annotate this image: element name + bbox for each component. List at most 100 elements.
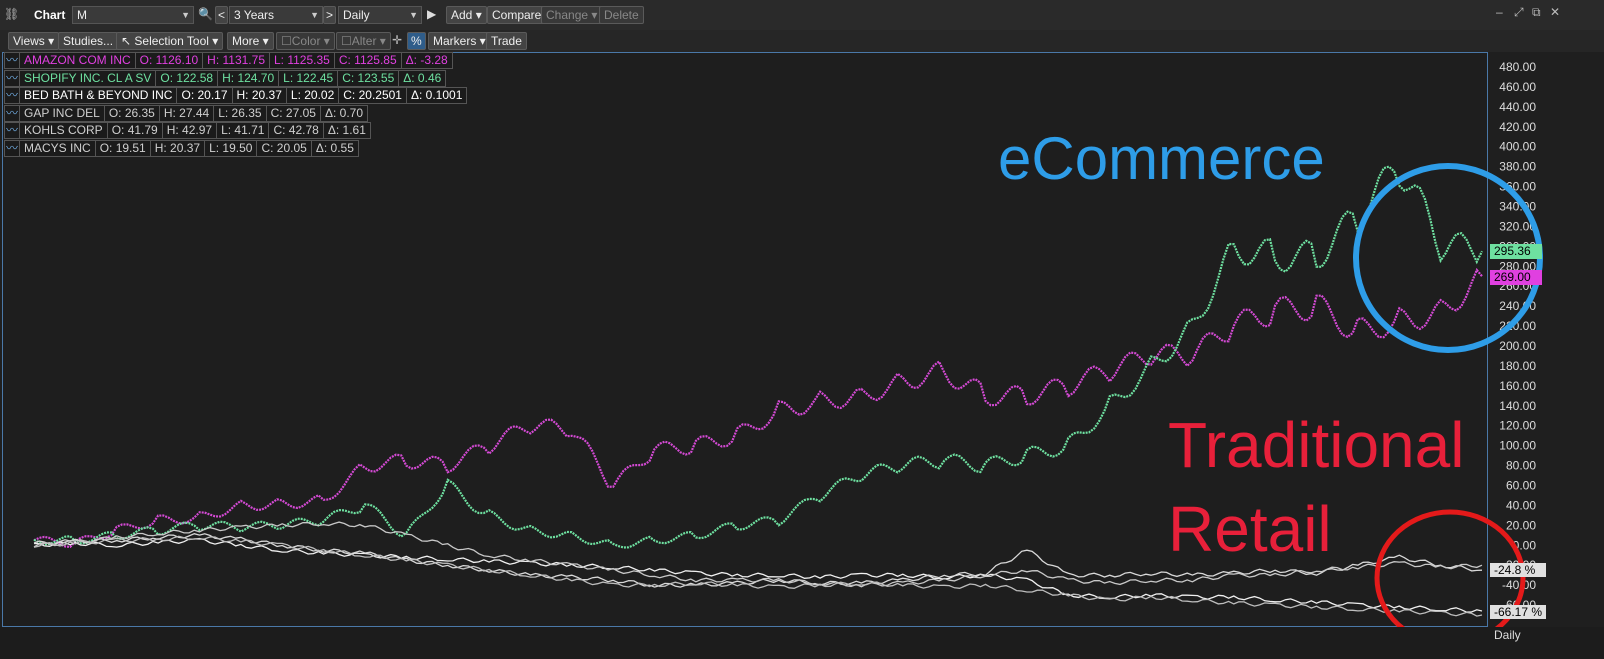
- legend-o: O: 26.35: [103, 104, 160, 122]
- legend-name: GAP INC DEL: [19, 104, 105, 122]
- markers-label: Markers: [433, 34, 477, 48]
- legend-h: H: 124.70: [217, 69, 280, 87]
- y-tick-label: 160.00: [1499, 379, 1536, 393]
- legend-c: C: 27.05: [265, 104, 321, 122]
- legend-row[interactable]: 〰 GAP INC DEL O: 26.35 H: 27.44 L: 26.35 C: 2…: [4, 104, 369, 122]
- close-icon[interactable]: ✕: [1550, 5, 1560, 19]
- y-tick-label: 0.00: [1513, 538, 1537, 552]
- legend-d: Δ: -3.28: [400, 52, 453, 69]
- y-tick-label: 40.00: [1506, 498, 1536, 512]
- series-line-icon: 〰: [4, 140, 20, 157]
- legend-h: H: 27.44: [158, 104, 215, 122]
- change-button[interactable]: Change ▾: [541, 6, 603, 24]
- add-label: Add: [451, 8, 473, 22]
- period-select[interactable]: 3 Years ▼: [229, 6, 323, 24]
- play-icon[interactable]: ▶: [427, 7, 436, 21]
- legend-row[interactable]: 〰 AMAZON COM INC O: 1126.10 H: 1131.75 L: 11…: [4, 52, 453, 69]
- legend-d: Δ: 0.1001: [405, 87, 468, 105]
- legend-row[interactable]: 〰 SHOPIFY INC. CL A SV O: 122.58 H: 124.70 L…: [4, 69, 447, 87]
- legend-name: AMAZON COM INC: [19, 52, 136, 69]
- alter-button[interactable]: ☐Alter ▾: [336, 32, 391, 50]
- y-tick-label: 120.00: [1499, 419, 1536, 433]
- legend-row[interactable]: 〰 BED BATH & BEYOND INC O: 20.17 H: 20.37 L:…: [4, 87, 468, 105]
- selection-tool-button[interactable]: ↖ Selection Tool ▾: [116, 32, 224, 50]
- y-axis: 480.00 460.00 440.00 420.00 400.00 380.00 360.…: [1499, 60, 1536, 612]
- change-label: Change: [546, 8, 589, 22]
- y-tick-label: 340.00: [1499, 199, 1536, 213]
- y-tick-label: 400.00: [1499, 140, 1536, 154]
- compare-button[interactable]: Compare: [487, 6, 547, 24]
- window-title: Chart: [34, 8, 66, 22]
- legend-name: SHOPIFY INC. CL A SV: [19, 69, 157, 87]
- y-tick-label: 480.00: [1499, 60, 1536, 74]
- link-icon[interactable]: ⛓: [4, 7, 19, 21]
- y-tick-label: 80.00: [1506, 459, 1536, 473]
- legend-d: Δ: 0.70: [319, 104, 369, 122]
- interval-label: Daily: [1494, 628, 1521, 642]
- legend-h: H: 20.37: [231, 87, 287, 105]
- more-button[interactable]: More ▾: [227, 32, 274, 50]
- views-label: Views: [13, 34, 45, 48]
- series-line-icon: 〰: [4, 104, 20, 122]
- more-label: More: [232, 34, 260, 48]
- views-button[interactable]: Views ▾: [8, 32, 60, 50]
- expand-icon[interactable]: ⤢: [1514, 5, 1524, 20]
- legend-c: C: 20.05: [256, 140, 312, 157]
- legend-o: O: 122.58: [155, 69, 219, 87]
- legend-name: BED BATH & BEYOND INC: [19, 87, 178, 105]
- series-line-icon: 〰: [4, 122, 20, 140]
- delete-button[interactable]: Delete: [599, 6, 644, 24]
- add-button[interactable]: Add ▾: [446, 6, 487, 24]
- restore-icon[interactable]: ⧉: [1532, 5, 1541, 20]
- y-tick-label: 100.00: [1499, 439, 1536, 453]
- legend-row[interactable]: 〰 KOHLS CORP O: 41.79 H: 42.97 L: 41.71 C: 42…: [4, 122, 371, 140]
- studies-button[interactable]: Studies...: [58, 32, 119, 50]
- markers-button[interactable]: Markers ▾: [428, 32, 491, 50]
- retail-bottom-label: -66.17 %: [1490, 605, 1546, 619]
- y-tick-label: 240.00: [1499, 299, 1536, 313]
- retail-annotation: Retail: [1168, 493, 1332, 565]
- legend-d: Δ: 0.55: [310, 140, 359, 157]
- search-icon[interactable]: 🔍: [198, 7, 213, 21]
- series-line-icon: 〰: [4, 52, 20, 69]
- symbol-input[interactable]: M ▼: [72, 6, 194, 24]
- retail-top-label: -24.8 %: [1490, 563, 1546, 577]
- interval-select[interactable]: Daily ▼: [338, 6, 422, 24]
- legend-c: C: 123.55: [337, 69, 400, 87]
- legend-l: L: 1125.35: [269, 52, 335, 69]
- legend-row[interactable]: 〰 MACYS INC O: 19.51 H: 20.37 L: 19.50 C: 20.…: [4, 140, 359, 157]
- legend-o: O: 1126.10: [134, 52, 204, 69]
- amazon-last-label: 269.00: [1490, 270, 1542, 285]
- interval-value: Daily: [343, 8, 370, 22]
- crosshair-icon[interactable]: ✛: [392, 33, 402, 47]
- ecommerce-annotation: eCommerce: [998, 125, 1325, 192]
- legend-l: L: 19.50: [204, 140, 258, 157]
- series-line-icon: 〰: [4, 87, 20, 105]
- checkbox-icon: ☐: [281, 34, 292, 48]
- period-back-button[interactable]: <: [215, 6, 229, 24]
- y-tick-label: 180.00: [1499, 359, 1536, 373]
- color-label: Color: [291, 34, 321, 48]
- legend-o: O: 41.79: [106, 122, 163, 140]
- y-tick-label: 460.00: [1499, 80, 1536, 94]
- legend-o: O: 19.51: [94, 140, 151, 157]
- legend-c: C: 1125.85: [333, 52, 402, 69]
- legend-d: Δ: 1.61: [322, 122, 371, 140]
- y-tick-label: 380.00: [1499, 160, 1536, 174]
- percent-toggle[interactable]: %: [407, 32, 426, 50]
- legend-h: H: 1131.75: [202, 52, 270, 69]
- y-tick-label: 140.00: [1499, 399, 1536, 413]
- trade-button[interactable]: Trade: [486, 32, 527, 50]
- cursor-icon: ↖: [121, 34, 132, 48]
- legend-d: Δ: 0.46: [398, 69, 447, 87]
- alter-label: Alter: [351, 34, 377, 48]
- period-forward-button[interactable]: >: [323, 6, 337, 24]
- traditional-annotation: Traditional: [1168, 409, 1465, 481]
- color-button[interactable]: ☐Color ▾: [276, 32, 335, 50]
- dropdown-icon: ▼: [409, 10, 418, 20]
- legend-o: O: 20.17: [176, 87, 233, 105]
- y-tick-label: 20.00: [1506, 518, 1536, 532]
- x-axis-bar: Daily: [0, 627, 1604, 659]
- minimize-icon[interactable]: –: [1496, 5, 1503, 19]
- y-tick-label: 200.00: [1499, 339, 1536, 353]
